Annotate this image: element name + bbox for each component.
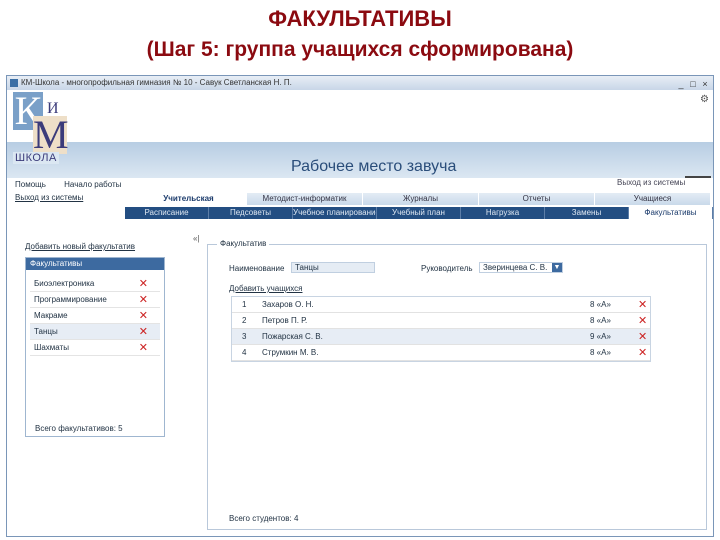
list-item-label: Программирование [34,295,107,304]
slide-subtitle: (Шаг 5: группа учащихся сформирована) [146,38,574,61]
leader-value: Зверинцева С. В. [483,263,548,272]
logout-link[interactable]: Выход из системы [15,193,83,202]
students-table: 1 Захаров О. Н. 8 «А» ✕ 2 Петров П. Р. 8… [231,296,651,362]
tab-study-plan[interactable]: Учебный план [377,207,461,219]
delete-x-icon[interactable]: ✕ [139,324,148,340]
exit-link[interactable]: Выход из системы [617,178,685,187]
tab-electives[interactable]: Факультативы [629,207,713,219]
electives-total: Всего факультативов: 5 [35,424,123,433]
add-elective-link[interactable]: Добавить новый факультатив [25,242,135,251]
tab-study-planning[interactable]: Учебное планирование [293,207,377,219]
list-item[interactable]: Биоэлектроника ✕ [30,276,160,292]
km-school-logo: К М И ШКОЛА [11,91,93,164]
tab-schedule[interactable]: Расписание [125,207,209,219]
table-row[interactable]: 2 Петров П. Р. 8 «А» ✕ [232,313,650,329]
logo-letter-i: И [47,100,59,117]
tab-journals[interactable]: Журналы [363,193,479,205]
delete-x-icon[interactable]: ✕ [638,329,647,345]
delete-x-icon[interactable]: ✕ [638,345,647,361]
student-name: Захаров О. Н. [262,300,314,309]
tab-methodist[interactable]: Методист-информатик [247,193,363,205]
delete-x-icon[interactable]: ✕ [139,340,148,356]
secondary-tabs: Расписание Педсоветы Учебное планировани… [125,207,713,219]
student-name: Струмкин М. В. [262,348,319,357]
students-total: Всего студентов: 4 [229,514,299,523]
window-titlebar: КМ-Школа - многопрофильная гимназия № 10… [7,76,713,90]
electives-panel-title: Факультативы [26,258,164,270]
leader-select[interactable]: Зверинцева С. В. ▼ [479,262,563,273]
delete-x-icon[interactable]: ✕ [139,276,148,292]
table-row[interactable]: 4 Струмкин М. В. 8 «А» ✕ [232,345,650,361]
tab-substitutions[interactable]: Замены [545,207,629,219]
delete-x-icon[interactable]: ✕ [638,297,647,313]
start-link[interactable]: Начало работы [64,180,121,189]
student-name: Пожарская С. В. [262,332,323,341]
leader-label: Руководитель [421,264,473,273]
tab-students[interactable]: Учащиеся [595,193,711,205]
row-number: 4 [242,348,247,357]
student-class: 8 «А» [590,316,611,325]
top-nav: Помощь Начало работы [15,180,137,189]
table-row[interactable]: 1 Захаров О. Н. 8 «А» ✕ [232,297,650,313]
minimize-button[interactable]: _ [675,77,687,91]
tab-workload[interactable]: Нагрузка [461,207,545,219]
list-item-label: Танцы [34,327,58,336]
student-class: 8 «А» [590,300,611,309]
primary-tabs: Учительская Методист-информатик Журналы … [131,193,711,205]
row-number: 3 [242,332,247,341]
delete-x-icon[interactable]: ✕ [139,308,148,324]
elective-details-label: Факультатив [217,239,270,248]
tab-councils[interactable]: Педсоветы [209,207,293,219]
list-item[interactable]: Танцы ✕ [30,324,160,340]
row-number: 2 [242,316,247,325]
chevron-down-icon[interactable]: ▼ [552,263,562,272]
settings-icon[interactable]: ⚙ [700,94,709,105]
row-number: 1 [242,300,247,309]
name-field[interactable]: Танцы [291,262,375,273]
list-item[interactable]: Программирование ✕ [30,292,160,308]
delete-x-icon[interactable]: ✕ [638,313,647,329]
slide-title: ФАКУЛЬТАТИВЫ [268,6,452,31]
student-name: Петров П. Р. [262,316,308,325]
list-item-label: Макраме [34,311,68,320]
list-item-label: Шахматы [34,343,69,352]
tab-reports[interactable]: Отчеты [479,193,595,205]
app-window: КМ-Школа - многопрофильная гимназия № 10… [6,75,714,537]
electives-list: Биоэлектроника ✕ Программирование ✕ Макрам… [30,276,160,356]
window-controls: _ □ × [675,77,711,91]
table-row[interactable]: 3 Пожарская С. В. 9 «А» ✕ [232,329,650,345]
list-item-label: Биоэлектроника [34,279,95,288]
name-label: Наименование [229,264,285,273]
list-item[interactable]: Макраме ✕ [30,308,160,324]
logo-letter-m: М [33,112,69,157]
close-button[interactable]: × [699,77,711,91]
help-link[interactable]: Помощь [15,180,46,189]
electives-panel: Факультативы Биоэлектроника ✕ Программиро… [25,257,165,437]
delete-x-icon[interactable]: ✕ [139,292,148,308]
student-class: 8 «А» [590,348,611,357]
logo-school-text: ШКОЛА [13,152,59,164]
exit-arrow-icon[interactable] [685,176,711,182]
student-class: 9 «А» [590,332,611,341]
collapse-panel-icon[interactable]: «| [193,234,200,243]
tab-teachers-room[interactable]: Учительская [131,193,247,205]
add-student-link[interactable]: Добавить учащихся [229,284,303,293]
workplace-title: Рабочее место завуча [291,158,457,175]
maximize-button[interactable]: □ [687,77,699,91]
app-icon [10,79,18,87]
window-title: КМ-Школа - многопрофильная гимназия № 10… [21,78,292,87]
list-item[interactable]: Шахматы ✕ [30,340,160,356]
